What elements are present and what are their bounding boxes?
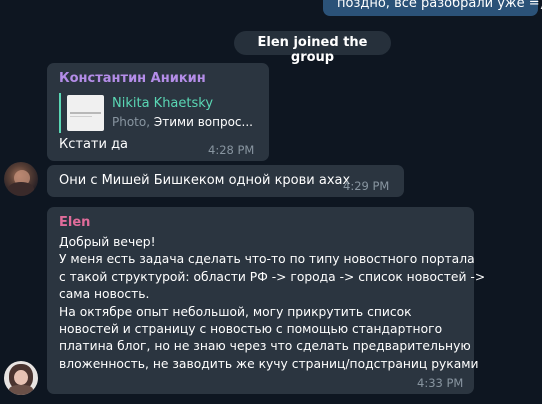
user-avatar[interactable] — [4, 361, 38, 395]
user-avatar[interactable] — [4, 162, 38, 196]
message-bubble[interactable]: Elen Добрый вечер! У меня есть задача сд… — [47, 207, 485, 394]
message-line: вложенность, не заводить же кучу страниц… — [59, 356, 479, 371]
message-line: У меня есть задача сделать что-то по тип… — [59, 252, 475, 267]
message-time: 4:28 PM — [208, 143, 255, 157]
reply-type-label: Photo, — [112, 115, 151, 129]
sender-name[interactable]: Константин Аникин — [59, 71, 206, 86]
message-line: На октябре опыт небольшой, могу прикрути… — [59, 304, 412, 319]
reply-accent-bar — [59, 93, 61, 133]
message-line: платина блог, но не знаю через что сдела… — [59, 339, 471, 354]
message-bubble[interactable]: Константин Аникин Nikita Khaetsky Photo,… — [47, 63, 269, 161]
outgoing-message-text: поздно, все разобрали уже =) — [337, 0, 542, 11]
reply-preview-text: Этими вопрос... — [153, 115, 253, 129]
message-line: Добрый вечер! — [59, 235, 156, 249]
reply-thumbnail — [67, 95, 104, 131]
reply-preview[interactable]: Nikita Khaetsky Photo, Этими вопрос... — [59, 93, 259, 133]
message-text: Добрый вечер! У меня есть задача сделать… — [59, 234, 485, 373]
message-time: 4:33 PM — [417, 376, 464, 390]
message-line: сама новость. — [59, 287, 150, 302]
message-text: Кстати да — [59, 137, 129, 152]
reply-author: Nikita Khaetsky — [112, 96, 214, 111]
reply-preview-line: Photo, Этими вопрос... — [112, 115, 253, 129]
sender-name[interactable]: Elen — [59, 215, 90, 230]
system-message-text: Elen joined the group — [257, 35, 368, 65]
outgoing-message-bubble[interactable]: поздно, все разобрали уже =) — [323, 0, 542, 16]
system-message-pill: Elen joined the group — [234, 31, 391, 65]
message-time: 4:29 PM — [343, 179, 390, 193]
message-line: новостей и страницу с новостью с помощью… — [59, 322, 443, 337]
message-bubble[interactable]: Они с Мишей Бишкеком одной крови ахах 4:… — [47, 165, 404, 197]
message-text: Они с Мишей Бишкеком одной крови ахах — [59, 173, 351, 188]
message-line: с такой структурой: области РФ -> города… — [59, 269, 486, 284]
